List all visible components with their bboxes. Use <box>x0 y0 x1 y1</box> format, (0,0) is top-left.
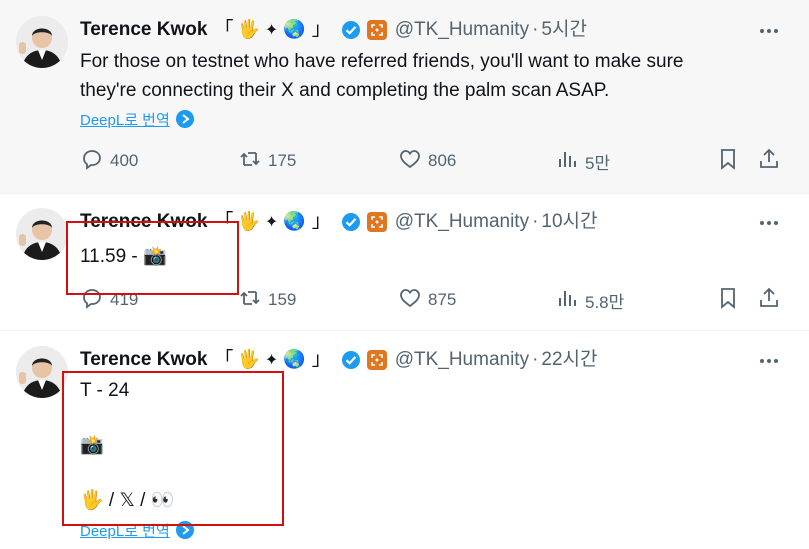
reply-button[interactable]: 400 <box>80 146 138 176</box>
translate-link[interactable]: DeepL로 번역 <box>80 519 194 541</box>
like-button[interactable]: 806 <box>398 146 456 176</box>
heart-icon <box>398 147 428 176</box>
tweet-text: T - 24 📸 🖐 / 𝕏 / 👀 <box>80 377 780 515</box>
verified-badge-icon <box>341 350 361 370</box>
name-bracket-close: 」 <box>311 19 331 40</box>
affiliate-badge-icon[interactable] <box>366 20 387 40</box>
tweet-text: For those on testnet who have referred f… <box>80 47 780 105</box>
more-icon[interactable] <box>757 211 781 235</box>
deepl-icon <box>175 110 194 128</box>
bookmark-button[interactable] <box>716 285 746 315</box>
views-icon <box>555 147 585 176</box>
sparkle-emoji: ✦ <box>264 20 279 39</box>
raised-hand-emoji: 🖐 <box>237 19 260 40</box>
raised-hand-emoji: 🖐 <box>237 211 260 232</box>
reply-count: 419 <box>110 290 139 309</box>
separator-dot: · <box>532 19 539 40</box>
timestamp[interactable]: 22시간 <box>541 347 597 373</box>
author-name[interactable]: Terence Kwok <box>80 347 207 373</box>
views-count: 5만 <box>585 153 611 173</box>
share-icon <box>757 286 787 315</box>
tweet-text-line <box>80 405 780 433</box>
bookmark-icon <box>716 286 746 315</box>
sparkle-emoji: ✦ <box>264 212 279 231</box>
tweet-header: Terence Kwok 「 🖐 ✦ 🌏 」 @TK_Humanity · 10… <box>80 209 598 235</box>
tweet[interactable]: Terence Kwok 「 🖐 ✦ 🌏 」 @TK_Humanity · 5시… <box>0 0 809 194</box>
reply-count: 400 <box>110 151 139 170</box>
name-bracket-close: 」 <box>311 211 331 232</box>
like-button[interactable]: 875 <box>398 285 456 315</box>
author-handle[interactable]: @TK_Humanity <box>395 347 529 373</box>
affiliate-badge-icon[interactable] <box>366 350 387 370</box>
retweet-button[interactable]: 159 <box>238 285 296 315</box>
reply-button[interactable]: 419 <box>80 285 138 315</box>
tweet-text-line: For those on testnet who have referred f… <box>80 51 684 72</box>
retweet-icon <box>238 286 268 315</box>
name-bracket-close: 」 <box>311 349 331 370</box>
tweet-header: Terence Kwok 「 🖐 ✦ 🌏 」 @TK_Humanity · 5시… <box>80 17 587 43</box>
bookmark-icon <box>716 147 746 176</box>
verified-badge-icon <box>341 20 361 40</box>
heart-icon <box>398 286 428 315</box>
globe-emoji: 🌏 <box>283 19 306 40</box>
author-handle[interactable]: @TK_Humanity <box>395 17 529 43</box>
translate-label[interactable]: DeepL로 번역 <box>80 520 170 541</box>
retweet-icon <box>238 147 268 176</box>
deepl-icon <box>175 521 194 539</box>
name-bracket-open: 「 <box>214 19 234 40</box>
views-button[interactable]: 5만 <box>555 146 610 176</box>
separator-dot: · <box>532 349 539 370</box>
tweet-text-line: T - 24 <box>80 380 130 401</box>
avatar[interactable] <box>16 346 68 398</box>
more-icon[interactable] <box>757 19 781 43</box>
separator-dot: · <box>532 211 539 232</box>
views-icon <box>555 286 585 315</box>
sparkle-emoji: ✦ <box>264 350 279 369</box>
avatar[interactable] <box>16 208 68 260</box>
share-icon <box>757 147 787 176</box>
share-button[interactable] <box>757 146 787 176</box>
retweet-button[interactable]: 175 <box>238 146 296 176</box>
retweet-count: 159 <box>268 290 297 309</box>
reply-icon <box>80 147 110 176</box>
tweet-text-line: 🖐 / 𝕏 / 👀 <box>80 490 175 511</box>
author-name[interactable]: Terence Kwok <box>80 17 207 43</box>
tweet-text-line <box>80 460 780 488</box>
name-bracket-open: 「 <box>214 349 234 370</box>
reply-icon <box>80 286 110 315</box>
bookmark-button[interactable] <box>716 146 746 176</box>
globe-emoji: 🌏 <box>283 211 306 232</box>
tweet-text: 11.59 - 📸 <box>80 242 780 271</box>
author-handle[interactable]: @TK_Humanity <box>395 209 529 235</box>
avatar[interactable] <box>16 16 68 68</box>
more-icon[interactable] <box>757 349 781 373</box>
tweet-text-line: 📸 <box>80 435 104 456</box>
views-count: 5.8만 <box>585 292 625 312</box>
name-bracket-open: 「 <box>214 211 234 232</box>
globe-emoji: 🌏 <box>283 349 306 370</box>
timestamp[interactable]: 10시간 <box>541 209 597 235</box>
translate-label[interactable]: DeepL로 번역 <box>80 109 170 130</box>
share-button[interactable] <box>757 285 787 315</box>
affiliate-badge-icon[interactable] <box>366 212 387 232</box>
like-count: 875 <box>428 290 457 309</box>
like-count: 806 <box>428 151 457 170</box>
tweet[interactable]: Terence Kwok 「 🖐 ✦ 🌏 」 @TK_Humanity · 10… <box>0 194 809 331</box>
translate-link[interactable]: DeepL로 번역 <box>80 108 194 130</box>
action-bar: 419 159 875 5.8만 <box>0 285 809 315</box>
views-button[interactable]: 5.8만 <box>555 285 624 315</box>
raised-hand-emoji: 🖐 <box>237 349 260 370</box>
tweet[interactable]: Terence Kwok 「 🖐 ✦ 🌏 」 @TK_Humanity · 22… <box>0 331 809 549</box>
action-bar: 400 175 806 5만 <box>0 146 809 176</box>
tweet-text-line: 11.59 - 📸 <box>80 246 167 267</box>
author-name[interactable]: Terence Kwok <box>80 209 207 235</box>
verified-badge-icon <box>341 212 361 232</box>
tweet-text-line: they're connecting their X and completin… <box>80 80 610 101</box>
retweet-count: 175 <box>268 151 297 170</box>
timestamp[interactable]: 5시간 <box>541 17 587 43</box>
tweet-header: Terence Kwok 「 🖐 ✦ 🌏 」 @TK_Humanity · 22… <box>80 347 598 373</box>
